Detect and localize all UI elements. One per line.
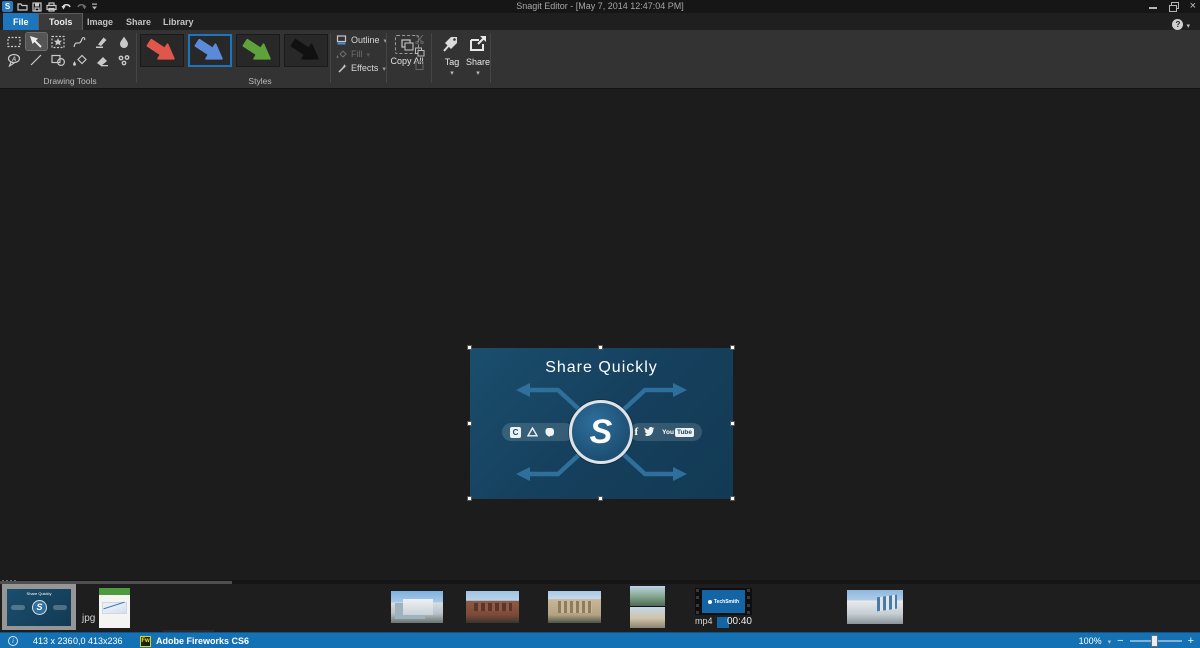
eraser-tool[interactable]: [91, 51, 112, 68]
zoom-controls: 100% − +: [1079, 633, 1194, 648]
callout-tool[interactable]: A: [4, 51, 25, 68]
drawing-tools-group: A: [4, 33, 134, 68]
title-bar: S Snagit Editor - [May 7, 2014 12:47:04 …: [0, 0, 1200, 13]
tray-thumbnail-video[interactable]: TechSmith: [695, 588, 752, 615]
copy-icon[interactable]: [414, 47, 425, 57]
outline-button[interactable]: Outline: [336, 33, 384, 46]
captured-image[interactable]: Share Quickly C f YouTube S: [470, 348, 733, 499]
tray-scrollbar[interactable]: [0, 580, 1200, 584]
status-bar: i 413 x 236 0,0 413x236 Fw Adobe Firewor…: [0, 632, 1200, 648]
restore-icon[interactable]: [1169, 2, 1178, 11]
facebook-icon: f: [634, 426, 638, 438]
close-icon[interactable]: [1190, 1, 1196, 11]
zoom-slider-handle[interactable]: [1151, 635, 1158, 647]
style-green-arrow[interactable]: [236, 34, 280, 67]
selection-handle-nw[interactable]: [467, 345, 472, 350]
style-black-arrow[interactable]: [284, 34, 328, 67]
minimize-icon[interactable]: [1149, 1, 1157, 11]
fill-icon: [336, 49, 347, 59]
arrow-tool[interactable]: [26, 33, 47, 50]
selection-handle-s[interactable]: [598, 496, 603, 501]
share-destinations-right: f YouTube: [630, 423, 702, 441]
camtasia-icon: C: [510, 427, 521, 438]
styles-group: [140, 34, 328, 67]
google-drive-icon: [527, 427, 538, 437]
tab-library[interactable]: Library: [153, 13, 204, 30]
share-button[interactable]: Share: [463, 33, 493, 77]
evernote-icon: [544, 427, 555, 437]
snagit-editor-window: S Snagit Editor - [May 7, 2014 12:47:04 …: [0, 0, 1200, 648]
fill-tool[interactable]: [70, 51, 91, 68]
ribbon-tab-bar: File Tools Image Share Library ?: [0, 13, 1200, 30]
zoom-in-button[interactable]: +: [1188, 636, 1194, 647]
drawing-tools-label: Drawing Tools: [20, 76, 120, 86]
highlighter-tool[interactable]: [91, 33, 112, 50]
video-duration-badge: 00:40: [727, 616, 752, 627]
pen-tool[interactable]: [70, 33, 91, 50]
editing-canvas[interactable]: Share Quickly C f YouTube S: [0, 90, 1200, 580]
style-red-arrow[interactable]: [140, 34, 184, 67]
selection-handle-w[interactable]: [467, 421, 472, 426]
thumbnail-format-badge: jpg: [82, 613, 95, 624]
effects-button[interactable]: Effects: [336, 61, 384, 74]
tray-thumbnail-apartment-building[interactable]: [548, 591, 601, 623]
selection-tool[interactable]: [4, 33, 25, 50]
mini-title: Share Quickly: [7, 591, 71, 596]
share-destinations-left: C: [502, 423, 574, 441]
cursor-selection-coords: 0,0 413x236: [73, 633, 123, 648]
line-tool[interactable]: [26, 51, 47, 68]
format-group: Outline Fill Effects: [336, 33, 384, 75]
tray-thumbnail-brick-building[interactable]: [466, 591, 519, 623]
step-tool[interactable]: [113, 51, 134, 68]
zoom-level-text[interactable]: 100%: [1079, 636, 1102, 646]
svg-text:A: A: [11, 57, 16, 63]
video-format-badge: mp4: [695, 616, 713, 626]
share-caret-icon: [463, 67, 493, 77]
zoom-slider-track[interactable]: [1130, 640, 1182, 642]
techsmith-brand-text: TechSmith: [714, 599, 739, 605]
blur-tool[interactable]: [113, 33, 134, 50]
fill-button: Fill: [336, 47, 384, 60]
ribbon: A Drawing Tools Styles Outline: [0, 30, 1200, 89]
tab-file[interactable]: File: [3, 13, 39, 30]
tray-thumbnail-share-quickly[interactable]: Share Quickly S: [2, 584, 76, 630]
tray-thumbnail-webpage-analytics[interactable]: [99, 588, 130, 628]
capture-title-text: Share Quickly: [470, 359, 733, 377]
help-icon[interactable]: ?: [1172, 19, 1183, 30]
twitter-icon: [644, 427, 656, 437]
share-icon: [467, 34, 489, 54]
selection-handle-n[interactable]: [598, 345, 603, 350]
snagit-s-logo: S: [569, 400, 633, 464]
source-app-name: Adobe Fireworks CS6: [156, 633, 249, 648]
selection-handle-se[interactable]: [730, 496, 735, 501]
stamp-tool[interactable]: [48, 33, 69, 50]
image-dimensions: 413 x 236: [33, 633, 73, 648]
zoom-out-button[interactable]: −: [1117, 636, 1123, 647]
recent-captures-tray: Share Quickly S jpg TechSmith mp4: [0, 580, 1200, 632]
style-blue-arrow[interactable]: [188, 34, 232, 67]
fireworks-app-icon: Fw: [140, 636, 151, 647]
effects-wand-icon: [336, 63, 347, 73]
tray-thumbnail-modern-building[interactable]: [847, 590, 903, 624]
fill-caret-icon: [367, 49, 371, 59]
selection-handle-ne[interactable]: [730, 345, 735, 350]
tag-icon: [441, 34, 463, 54]
paste-icon: [414, 60, 425, 70]
info-icon[interactable]: i: [8, 636, 18, 646]
window-title: Snagit Editor - [May 7, 2014 12:47:04 PM…: [0, 1, 1200, 11]
outline-icon: [336, 35, 347, 45]
tray-thumbnail-building-collage[interactable]: [630, 586, 665, 628]
selection-handle-sw[interactable]: [467, 496, 472, 501]
styles-label: Styles: [210, 76, 310, 86]
selection-handle-e[interactable]: [730, 421, 735, 426]
shape-tool[interactable]: [48, 51, 69, 68]
tray-thumbnail-white-building[interactable]: [391, 591, 443, 623]
techsmith-mark-icon: [708, 600, 712, 604]
cut-icon: [414, 34, 425, 44]
zoom-caret-icon[interactable]: [1108, 636, 1112, 646]
youtube-icon: YouTube: [662, 428, 694, 437]
